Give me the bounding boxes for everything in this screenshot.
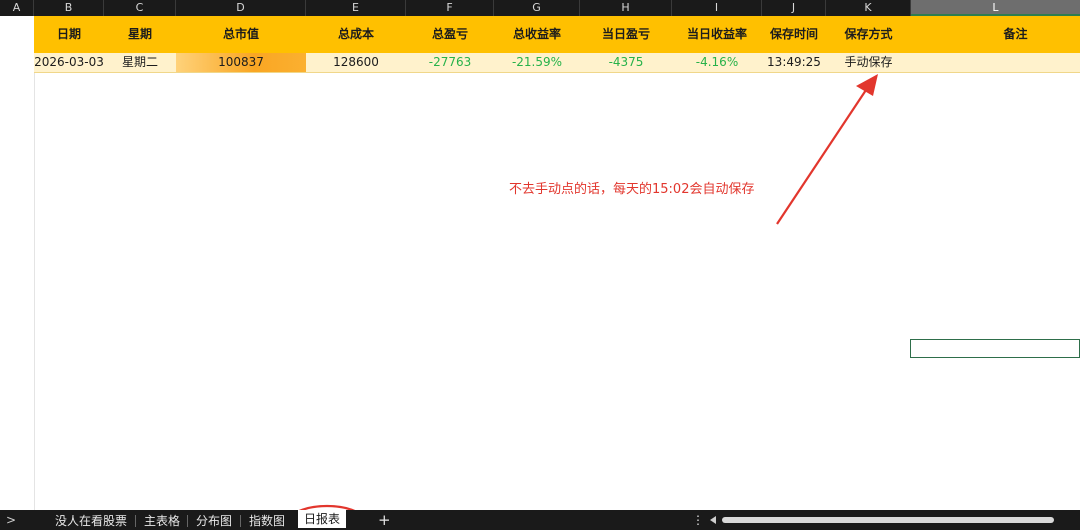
cell-daily-return[interactable]: -4.16% xyxy=(672,53,762,72)
header-date[interactable]: 日期 xyxy=(34,16,104,53)
column-header-C[interactable]: C xyxy=(104,0,176,16)
horizontal-scrollbar[interactable] xyxy=(710,515,1076,525)
tab-separator xyxy=(240,515,241,527)
header-save-time[interactable]: 保存时间 xyxy=(762,16,826,53)
cell-total-pnl[interactable]: -27763 xyxy=(406,53,494,72)
column-header-L[interactable]: L xyxy=(911,0,1080,16)
tab-separator xyxy=(135,515,136,527)
cell-market-value[interactable]: 100837 xyxy=(176,53,306,72)
annotation-overlay xyxy=(290,74,878,530)
sheet-nav-arrow-icon[interactable]: > xyxy=(6,510,16,530)
sheet-tab-bar: > 没人在看股票 主表格 分布图 指数图 日报表 + ⋮ xyxy=(0,510,1080,530)
cell-total-cost[interactable]: 128600 xyxy=(306,53,406,72)
header-total-return[interactable]: 总收益率 xyxy=(494,16,580,53)
table-row: 2026-03-03 星期二 100837 128600 -27763 -21.… xyxy=(34,53,1080,73)
scroll-left-icon[interactable] xyxy=(710,516,716,524)
header-total-cost[interactable]: 总成本 xyxy=(306,16,406,53)
tab-index-chart[interactable]: 指数图 xyxy=(245,510,289,530)
tab-main-table[interactable]: 主表格 xyxy=(140,510,184,530)
header-weekday[interactable]: 星期 xyxy=(104,16,176,53)
tab-daily-report[interactable]: 日报表 xyxy=(298,510,346,528)
scrollbar-thumb[interactable] xyxy=(722,517,1054,523)
column-header-J[interactable]: J xyxy=(762,0,826,16)
annotation-text: 不去手动点的话，每天的15:02会自动保存 xyxy=(509,182,755,197)
header-total-pnl[interactable]: 总盈亏 xyxy=(406,16,494,53)
header-note[interactable]: 备注 xyxy=(911,16,1080,53)
tab-separator xyxy=(187,515,188,527)
column-header-D[interactable]: D xyxy=(176,0,306,16)
row-number-gutter xyxy=(0,16,35,510)
column-header-G[interactable]: G xyxy=(494,0,580,16)
column-header-E[interactable]: E xyxy=(306,0,406,16)
header-daily-pnl[interactable]: 当日盈亏 xyxy=(580,16,672,53)
selected-cell[interactable] xyxy=(910,339,1080,358)
column-header-I[interactable]: I xyxy=(672,0,762,16)
column-header-K[interactable]: K xyxy=(826,0,911,16)
cell-save-time[interactable]: 13:49:25 xyxy=(762,53,826,72)
table-header-row: 日期 星期 总市值 总成本 总盈亏 总收益率 当日盈亏 当日收益率 保存时间 保… xyxy=(34,16,1080,53)
header-daily-return[interactable]: 当日收益率 xyxy=(672,16,762,53)
column-header-H[interactable]: H xyxy=(580,0,672,16)
column-header-F[interactable]: F xyxy=(406,0,494,16)
cell-total-return[interactable]: -21.59% xyxy=(494,53,580,72)
column-header-B[interactable]: B xyxy=(34,0,104,16)
column-header-bar: A B C D E F G H I J K L xyxy=(0,0,1080,16)
tab-watchlist[interactable]: 没人在看股票 xyxy=(52,510,130,530)
cell-note[interactable] xyxy=(911,53,1080,72)
annotation-arrow-icon xyxy=(776,74,878,225)
more-options-icon[interactable]: ⋮ xyxy=(692,510,704,530)
cell-save-method[interactable]: 手动保存 xyxy=(826,53,911,72)
tab-distribution[interactable]: 分布图 xyxy=(192,510,236,530)
column-header-A[interactable]: A xyxy=(0,0,34,16)
cell-weekday[interactable]: 星期二 xyxy=(104,53,176,72)
cell-daily-pnl[interactable]: -4375 xyxy=(580,53,672,72)
header-market-value[interactable]: 总市值 xyxy=(176,16,306,53)
cell-date[interactable]: 2026-03-03 xyxy=(34,53,104,72)
add-sheet-icon[interactable]: + xyxy=(378,510,391,530)
header-save-method[interactable]: 保存方式 xyxy=(826,16,911,53)
